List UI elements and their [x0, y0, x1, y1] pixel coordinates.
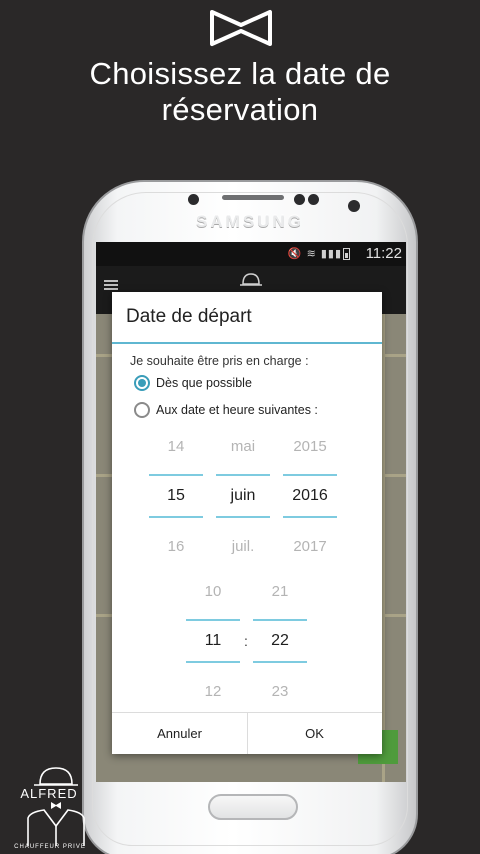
picker-divider	[283, 474, 337, 476]
radio-asap-label: Dès que possible	[156, 376, 252, 390]
sensor-dot	[308, 194, 319, 205]
year-next[interactable]: 2017	[283, 538, 337, 555]
day-picker[interactable]: 14 15 16	[149, 430, 203, 560]
minute-picker[interactable]: 21 22 23	[253, 575, 307, 705]
phone-brand: SAMSUNG	[196, 212, 304, 231]
status-time: 11:22	[365, 245, 402, 262]
promo-title: Choisissez la date de réservation	[0, 56, 480, 128]
picker-divider	[186, 619, 240, 621]
radio-unchecked-icon[interactable]	[134, 402, 150, 418]
bowtie-icon	[210, 10, 272, 46]
radio-scheduled-label: Aux date et heure suivantes :	[156, 403, 318, 417]
year-prev[interactable]: 2015	[283, 438, 337, 455]
front-camera	[348, 200, 360, 212]
time-separator: :	[244, 633, 248, 649]
cancel-button[interactable]: Annuler	[112, 713, 247, 754]
picker-divider	[149, 474, 203, 476]
radio-asap[interactable]: Dès que possible	[134, 375, 252, 391]
map-road	[382, 314, 385, 782]
sensor-dot	[188, 194, 199, 205]
day-next[interactable]: 16	[149, 538, 203, 555]
status-bar: 🔇 ≋ ▮▮▮ 11:22	[96, 242, 406, 266]
picker-divider	[283, 516, 337, 518]
month-prev[interactable]: mai	[216, 438, 270, 455]
ok-button[interactable]: OK	[247, 713, 382, 754]
hour-next[interactable]: 12	[186, 683, 240, 700]
menu-icon[interactable]	[104, 284, 118, 286]
year-picker[interactable]: 2015 2016 2017	[283, 430, 337, 560]
earpiece	[222, 195, 284, 200]
radio-checked-icon[interactable]	[134, 375, 150, 391]
home-button[interactable]	[208, 794, 298, 820]
alfred-brand-logo-icon	[27, 767, 85, 846]
month-current[interactable]: juin	[216, 487, 270, 505]
hour-current[interactable]: 11	[186, 632, 240, 650]
dialog-prompt: Je souhaite être pris en charge :	[130, 354, 309, 368]
minute-current[interactable]: 22	[253, 632, 307, 650]
promo-title-line-1: Choisissez la date de	[89, 56, 391, 91]
dialog-title: Date de départ	[126, 306, 252, 327]
picker-divider	[253, 661, 307, 663]
picker-divider	[216, 474, 270, 476]
year-current[interactable]: 2016	[283, 487, 337, 505]
brand-name: ALFRED	[20, 786, 78, 801]
day-prev[interactable]: 14	[149, 438, 203, 455]
month-next[interactable]: juil.	[216, 538, 270, 555]
hour-picker[interactable]: 10 11 12	[186, 575, 240, 705]
dialog-title-divider	[112, 342, 382, 344]
date-dialog: Date de départ Je souhaite être pris en …	[112, 292, 382, 754]
radio-scheduled[interactable]: Aux date et heure suivantes :	[134, 402, 318, 418]
picker-divider	[149, 516, 203, 518]
day-current[interactable]: 15	[149, 487, 203, 505]
minute-prev[interactable]: 21	[253, 583, 307, 600]
promo-title-line-2: réservation	[161, 92, 319, 127]
dialog-button-bar: Annuler OK	[112, 712, 382, 754]
picker-divider	[186, 661, 240, 663]
status-icons: 🔇 ≋ ▮▮▮	[287, 248, 342, 260]
picker-divider	[253, 619, 307, 621]
brand-tagline: CHAUFFEUR PRIVE	[14, 844, 86, 850]
hour-prev[interactable]: 10	[186, 583, 240, 600]
sensor-dot	[294, 194, 305, 205]
month-picker[interactable]: mai juin juil.	[216, 430, 270, 560]
minute-next[interactable]: 23	[253, 683, 307, 700]
picker-divider	[216, 516, 270, 518]
battery-icon	[343, 248, 350, 260]
